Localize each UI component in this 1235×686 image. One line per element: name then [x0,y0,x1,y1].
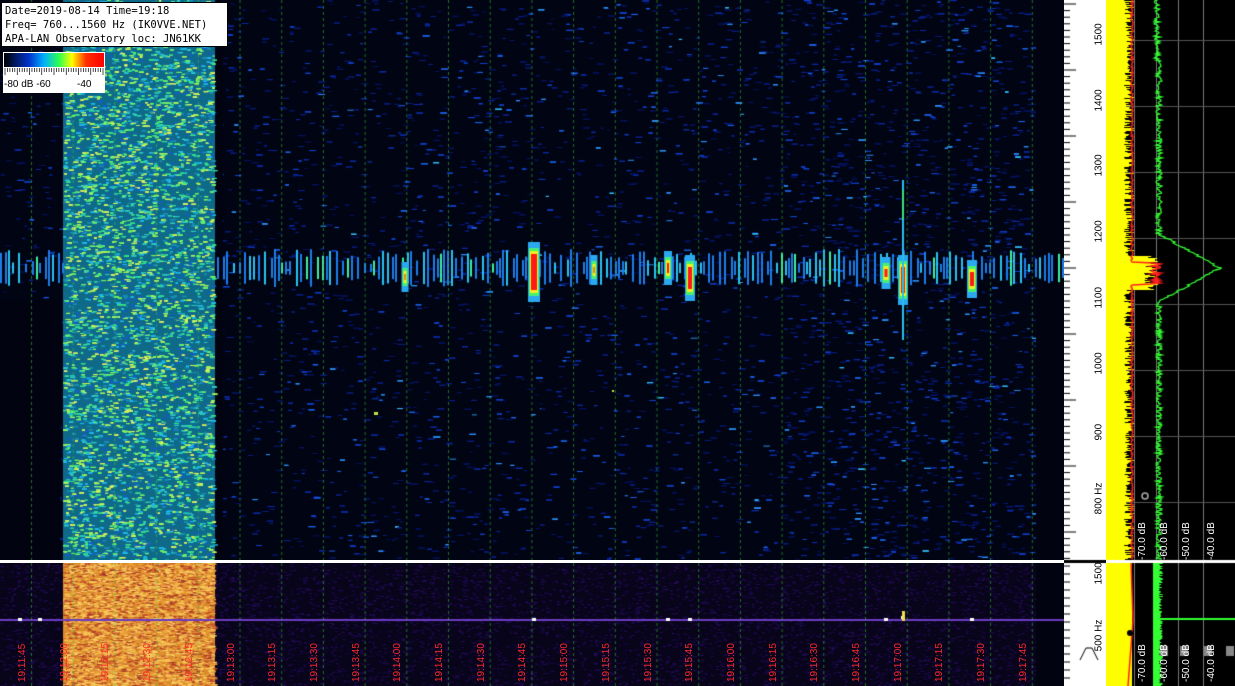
color-scale-ticks [4,68,104,75]
color-scale-bar [4,53,104,67]
time-tick-label: 19:17:45 [1017,643,1029,682]
time-tick-label: 19:16:30 [809,643,821,682]
legend-label-high: -40 [77,79,92,90]
legend-label-low: -80 dB -60 [4,79,51,90]
db-label: -50.0 dB [1181,522,1192,560]
db-label: -40.0 dB [1206,522,1217,560]
db-label: -70.0 dB [1137,522,1148,560]
time-tick-label: 19:13:15 [267,643,279,682]
time-tick-label: 19:12:15 [100,643,112,682]
freq-tick-label: 800 Hz [1093,482,1105,515]
freq-tick-label: 1300 [1093,154,1105,177]
time-tick-label: 19:13:00 [225,643,237,682]
spectrum-panel [1106,0,1235,686]
time-tick-label: 19:12:30 [142,643,154,682]
db-label-lower: -50.0 dB [1181,644,1192,682]
freq-tick-label: 900 [1093,423,1105,441]
time-tick-label: 19:13:30 [308,643,320,682]
wideband-waterfall [0,563,1064,686]
time-tick-label: 19:14:00 [392,643,404,682]
freq-tick-label: 1000 [1093,352,1105,375]
db-label: -60.0 dB [1159,522,1170,560]
time-tick-label: 19:16:00 [725,643,737,682]
time-tick-label: 19:14:30 [475,643,487,682]
waterfall-spectrogram [0,0,1064,560]
time-tick-label: 19:16:15 [767,643,779,682]
time-tick-label: 19:17:00 [892,643,904,682]
info-date-line: Date=2019-08-14 Time=19:18 [5,5,170,17]
time-tick-label: 19:17:30 [976,643,988,682]
time-tick-label: 19:12:45 [183,643,195,682]
info-freq-line: Freq= 760...1560 Hz (IK0VVE.NET) [5,19,208,32]
db-label-lower: -40.0 dB [1206,644,1217,682]
color-scale-legend: -80 dB -60 -40 [3,52,105,93]
time-tick-label: 19:17:15 [934,643,946,682]
time-tick-label: 19:15:45 [684,643,696,682]
freq-tick-label: 1100 [1093,286,1105,309]
info-box: Date=2019-08-14 Time=19:18 Freq= 760...15… [1,2,228,47]
time-tick-label: 19:13:45 [350,643,362,682]
panel-divider [0,560,1235,563]
time-tick-label: 19:15:30 [642,643,654,682]
time-tick-label: 19:14:45 [517,643,529,682]
freq-tick-label: 1400 [1093,89,1105,112]
time-tick-label: 19:11:45 [17,643,28,682]
time-tick-label: 19:16:45 [851,643,862,682]
freq-tick-label: 1200 [1093,220,1105,243]
info-observatory-line: APA-LAN Observatory loc: JN61KK [5,33,201,46]
db-label-lower: -60.0 dB [1159,644,1170,682]
time-tick-label: 19:15:15 [600,643,612,682]
freq-tick-label: 1500 [1093,23,1105,46]
freq-tick-label-lower: 500 Hz [1093,619,1105,652]
time-tick-label: 19:15:00 [559,643,571,682]
db-label-lower: -70.0 dB [1137,644,1148,682]
freq-tick-label-lower: 1500 [1093,562,1105,585]
time-tick-label: 19:12:00 [58,643,70,682]
time-tick-label: 19:14:15 [434,643,445,682]
